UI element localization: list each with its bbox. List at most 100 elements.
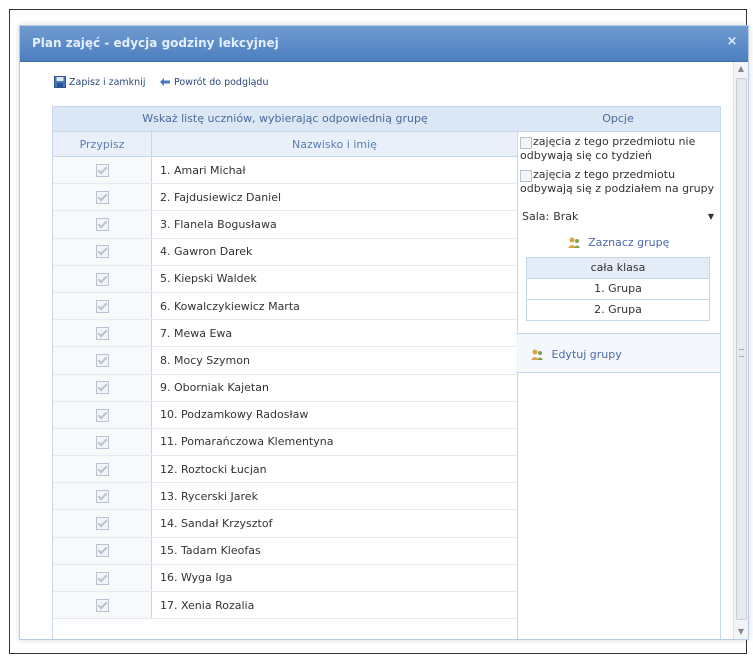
dialog-content: Zapisz i zamknij Powrót do podglądu Wska… <box>20 62 734 639</box>
toolbar: Zapisz i zamknij Powrót do podglądu <box>54 76 279 96</box>
assign-cell <box>53 482 152 511</box>
option-not-weekly-label: zajęcia z tego przedmiotu nie odbywają s… <box>520 135 696 162</box>
edit-groups-label: Edytuj grupy <box>551 348 622 361</box>
dialog-titlebar[interactable]: Plan zajęć - edycja godziny lekcyjnej × <box>20 26 748 62</box>
assign-checkbox[interactable] <box>95 299 109 313</box>
student-name: 8. Mocy Szymon <box>151 346 517 375</box>
table-row: 12. Roztocki Łucjan <box>53 455 517 484</box>
assign-checkbox[interactable] <box>95 490 109 504</box>
back-to-preview-button[interactable]: Powrót do podglądu <box>159 76 269 88</box>
scrollbar-thumb[interactable] <box>736 78 747 620</box>
group-item-group-1[interactable]: 1. Grupa <box>527 279 709 300</box>
student-name: 16. Wyga Iga <box>151 564 517 593</box>
assign-cell <box>53 428 152 457</box>
people-icon <box>567 237 580 248</box>
assign-checkbox[interactable] <box>95 272 109 286</box>
table-row: 16. Wyga Iga <box>53 564 517 593</box>
assign-checkbox[interactable] <box>95 571 109 585</box>
student-name: 13. Rycerski Jarek <box>151 482 517 511</box>
table-row: 2. Fajdusiewicz Daniel <box>53 183 517 212</box>
assign-checkbox[interactable] <box>95 326 109 340</box>
table-row: 14. Sandał Krzysztof <box>53 509 517 538</box>
assign-cell <box>53 591 152 620</box>
table-row: 6. Kowalczykiewicz Marta <box>53 292 517 321</box>
option-not-weekly-checkbox[interactable] <box>520 137 532 149</box>
back-to-preview-label: Powrót do podglądu <box>173 76 269 88</box>
back-arrow-icon <box>159 78 170 86</box>
assign-cell <box>53 455 152 484</box>
student-name: 9. Oborniak Kajetan <box>151 374 517 402</box>
mark-group-link[interactable]: Zaznacz grupę <box>516 236 720 249</box>
group-item-group-2[interactable]: 2. Grupa <box>527 300 709 320</box>
assign-cell <box>53 265 152 293</box>
option-groups-label: zajęcia z tego przedmiotu odbywają się z… <box>520 168 715 195</box>
vertical-scrollbar[interactable]: ▲ ▼ <box>733 62 748 639</box>
dialog-title: Plan zajęć - edycja godziny lekcyjnej <box>32 36 279 50</box>
col-header-assign: Przypisz <box>53 132 152 157</box>
table-row: 15. Tadam Kleofas <box>53 537 517 565</box>
student-name: 14. Sandał Krzysztof <box>151 509 517 538</box>
table-row: 9. Oborniak Kajetan <box>53 374 517 402</box>
assign-checkbox[interactable] <box>95 354 109 368</box>
room-row: Sala: Brak ▼ <box>522 206 714 226</box>
assign-cell <box>53 374 152 402</box>
assign-checkbox[interactable] <box>95 435 109 449</box>
student-name: 7. Mewa Ewa <box>151 319 517 348</box>
assign-checkbox[interactable] <box>95 218 109 232</box>
assign-cell <box>53 183 152 212</box>
assign-cell <box>53 509 152 538</box>
assign-checkbox[interactable] <box>95 191 109 205</box>
option-groups[interactable]: zajęcia z tego przedmiotu odbywają się z… <box>516 165 720 198</box>
scroll-up-icon[interactable]: ▲ <box>734 62 748 76</box>
close-icon[interactable]: × <box>724 34 740 50</box>
student-name: 3. Flanela Bogusława <box>151 210 517 239</box>
room-label: Sala: <box>522 209 550 223</box>
table-row: 5. Kiepski Waldek <box>53 265 517 293</box>
assign-cell <box>53 156 152 185</box>
student-name: 17. Xenia Rozalia <box>151 591 517 620</box>
students-table-body: 1. Amari Michał 2. Fajdusiewicz Daniel 3. … <box>53 156 517 620</box>
save-and-close-label: Zapisz i zamknij <box>69 76 146 88</box>
scroll-down-icon[interactable]: ▼ <box>734 625 748 639</box>
table-row: 11. Pomarańczowa Klementyna <box>53 428 517 457</box>
assign-checkbox[interactable] <box>95 408 109 422</box>
student-name: 1. Amari Michał <box>151 156 517 185</box>
table-row: 1. Amari Michał <box>53 156 517 185</box>
assign-cell <box>53 292 152 321</box>
options-panel: Opcje zajęcia z tego przedmiotu nie odby… <box>516 106 721 639</box>
student-name: 10. Podzamkowy Radosław <box>151 401 517 429</box>
table-row: 10. Podzamkowy Radosław <box>53 401 517 429</box>
student-name: 4. Gawron Darek <box>151 238 517 266</box>
students-panel-heading: Wskaż listę uczniów, wybierając odpowied… <box>53 107 517 132</box>
student-name: 12. Roztocki Łucjan <box>151 455 517 484</box>
students-panel: Wskaż listę uczniów, wybierając odpowied… <box>52 106 518 639</box>
col-header-name: Nazwisko i imię <box>151 132 517 157</box>
assign-cell <box>53 319 152 348</box>
save-and-close-button[interactable]: Zapisz i zamknij <box>54 76 145 88</box>
edit-groups-box: Edytuj grupy <box>516 333 720 373</box>
room-select-value: Brak <box>553 209 579 223</box>
mark-group-label: Zaznacz grupę <box>588 236 670 249</box>
assign-checkbox[interactable] <box>95 544 109 558</box>
group-item-whole-class[interactable]: cała klasa <box>527 258 709 279</box>
student-name: 15. Tadam Kleofas <box>151 537 517 565</box>
assign-cell <box>53 401 152 429</box>
assign-cell <box>53 537 152 565</box>
room-select[interactable]: Brak ▼ <box>553 210 714 223</box>
option-groups-checkbox[interactable] <box>520 170 532 182</box>
table-row: 17. Xenia Rozalia <box>53 591 517 620</box>
assign-cell <box>53 346 152 375</box>
assign-checkbox[interactable] <box>95 381 109 395</box>
edit-groups-link[interactable]: Edytuj grupy <box>530 348 622 361</box>
group-list: cała klasa 1. Grupa 2. Grupa <box>526 257 710 321</box>
edit-lesson-dialog: Plan zajęć - edycja godziny lekcyjnej × … <box>19 25 749 640</box>
assign-checkbox[interactable] <box>95 462 109 476</box>
option-not-weekly[interactable]: zajęcia z tego przedmiotu nie odbywają s… <box>516 132 720 165</box>
assign-checkbox[interactable] <box>95 598 109 612</box>
assign-checkbox[interactable] <box>95 517 109 531</box>
assign-checkbox[interactable] <box>95 245 109 259</box>
assign-checkbox[interactable] <box>95 163 109 177</box>
grip-icon <box>739 349 744 357</box>
student-name: 11. Pomarańczowa Klementyna <box>151 428 517 457</box>
students-table: Przypisz Nazwisko i imię 1. Amari Michał… <box>53 132 517 620</box>
